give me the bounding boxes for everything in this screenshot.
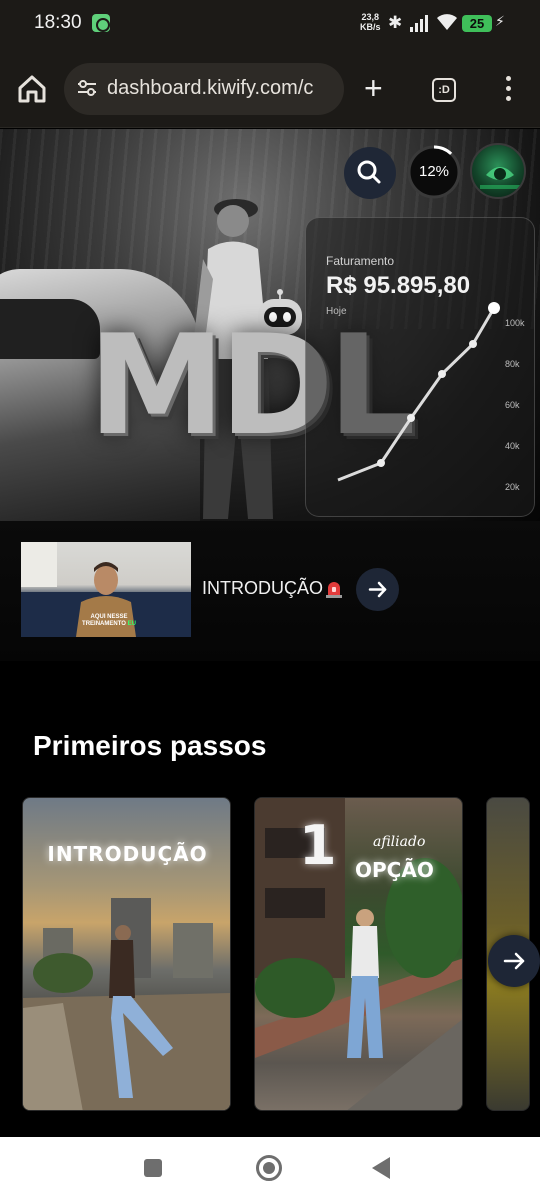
chart-tick-label: 20k <box>505 482 520 492</box>
featured-lesson[interactable]: AQUI NESSE TREINAMENTO EU INTRODUÇÃO <box>0 521 540 661</box>
module-card-number: 1 <box>299 814 337 877</box>
section-title: Primeiros passos <box>33 730 267 761</box>
back-triangle-icon[interactable] <box>372 1157 390 1179</box>
signal-icon <box>410 14 430 32</box>
module-card-intro[interactable]: INTRODUÇÃO <box>22 797 231 1111</box>
chart-tick-label: 100k <box>505 318 525 328</box>
charging-icon: ⚡ <box>495 13 505 29</box>
featured-lesson-title[interactable]: INTRODUÇÃO <box>202 578 323 599</box>
course-progress-label: 12% <box>418 163 450 180</box>
address-bar[interactable]: dashboard.kiwify.com/c <box>64 63 344 115</box>
thumbnail-caption-line2: TREINAMENTO <box>82 621 126 627</box>
browser-toolbar: dashboard.kiwify.com/c + :D <box>0 48 540 128</box>
thumbnail-caption-highlight: EU <box>127 621 136 627</box>
bluetooth-icon: ✱ <box>388 13 403 32</box>
chart-tick-label: 40k <box>505 441 520 451</box>
arrow-right-icon <box>368 581 387 598</box>
chart-tick-label: 80k <box>505 359 520 369</box>
featured-lesson-open-button[interactable] <box>356 568 399 611</box>
search-button[interactable] <box>344 147 396 199</box>
stats-card: Faturamento R$ 95.895,80 Hoje 100k 80k 60k… <box>305 217 535 517</box>
wifi-icon <box>437 14 457 30</box>
thumbnail-caption-line1: AQUI NESSE <box>90 614 128 620</box>
module-card-script: afiliado <box>373 834 426 850</box>
network-speed: 23,8 KB/s <box>360 12 381 32</box>
new-tab-plus-icon[interactable]: + <box>364 72 383 104</box>
module-card-title: INTRODUÇÃO <box>47 842 208 866</box>
more-menu-icon[interactable] <box>500 76 516 102</box>
network-speed-unit: KB/s <box>360 22 381 32</box>
status-time: 18:30 <box>34 12 82 33</box>
featured-thumbnail-caption: AQUI NESSE TREINAMENTO EU <box>79 614 139 628</box>
status-bar: 18:30 23,8 KB/s ✱ 25 ⚡ <box>0 0 540 48</box>
network-speed-value: 23,8 <box>361 12 380 22</box>
tab-switcher-button[interactable]: :D <box>432 78 456 102</box>
system-navigation-bar <box>0 1137 540 1200</box>
arrow-right-icon <box>503 952 525 970</box>
search-icon <box>357 160 381 184</box>
stats-mini-chart: 100k 80k 60k 40k 20k <box>337 302 525 492</box>
carousel-next-button[interactable] <box>488 935 540 987</box>
home-icon[interactable] <box>16 74 48 104</box>
battery-indicator: 25 <box>462 15 492 32</box>
site-settings-icon[interactable] <box>76 77 98 99</box>
module-card-option-1[interactable]: 1 afiliado OPÇÃO <box>254 797 463 1111</box>
home-circle-icon[interactable] <box>256 1155 282 1181</box>
avatar[interactable] <box>470 143 526 199</box>
module-card-title: OPÇÃO <box>355 858 434 882</box>
chart-tick-label: 60k <box>505 400 520 410</box>
url-text[interactable]: dashboard.kiwify.com/c <box>107 77 313 100</box>
recent-apps-icon[interactable] <box>144 1159 162 1177</box>
hero-banner: MDL Faturamento R$ 95.895,80 Hoje 100k 80… <box>0 129 540 521</box>
siren-icon <box>326 582 342 598</box>
whatsapp-notification-icon <box>92 14 110 32</box>
featured-lesson-thumbnail[interactable]: AQUI NESSE TREINAMENTO EU <box>21 542 191 637</box>
